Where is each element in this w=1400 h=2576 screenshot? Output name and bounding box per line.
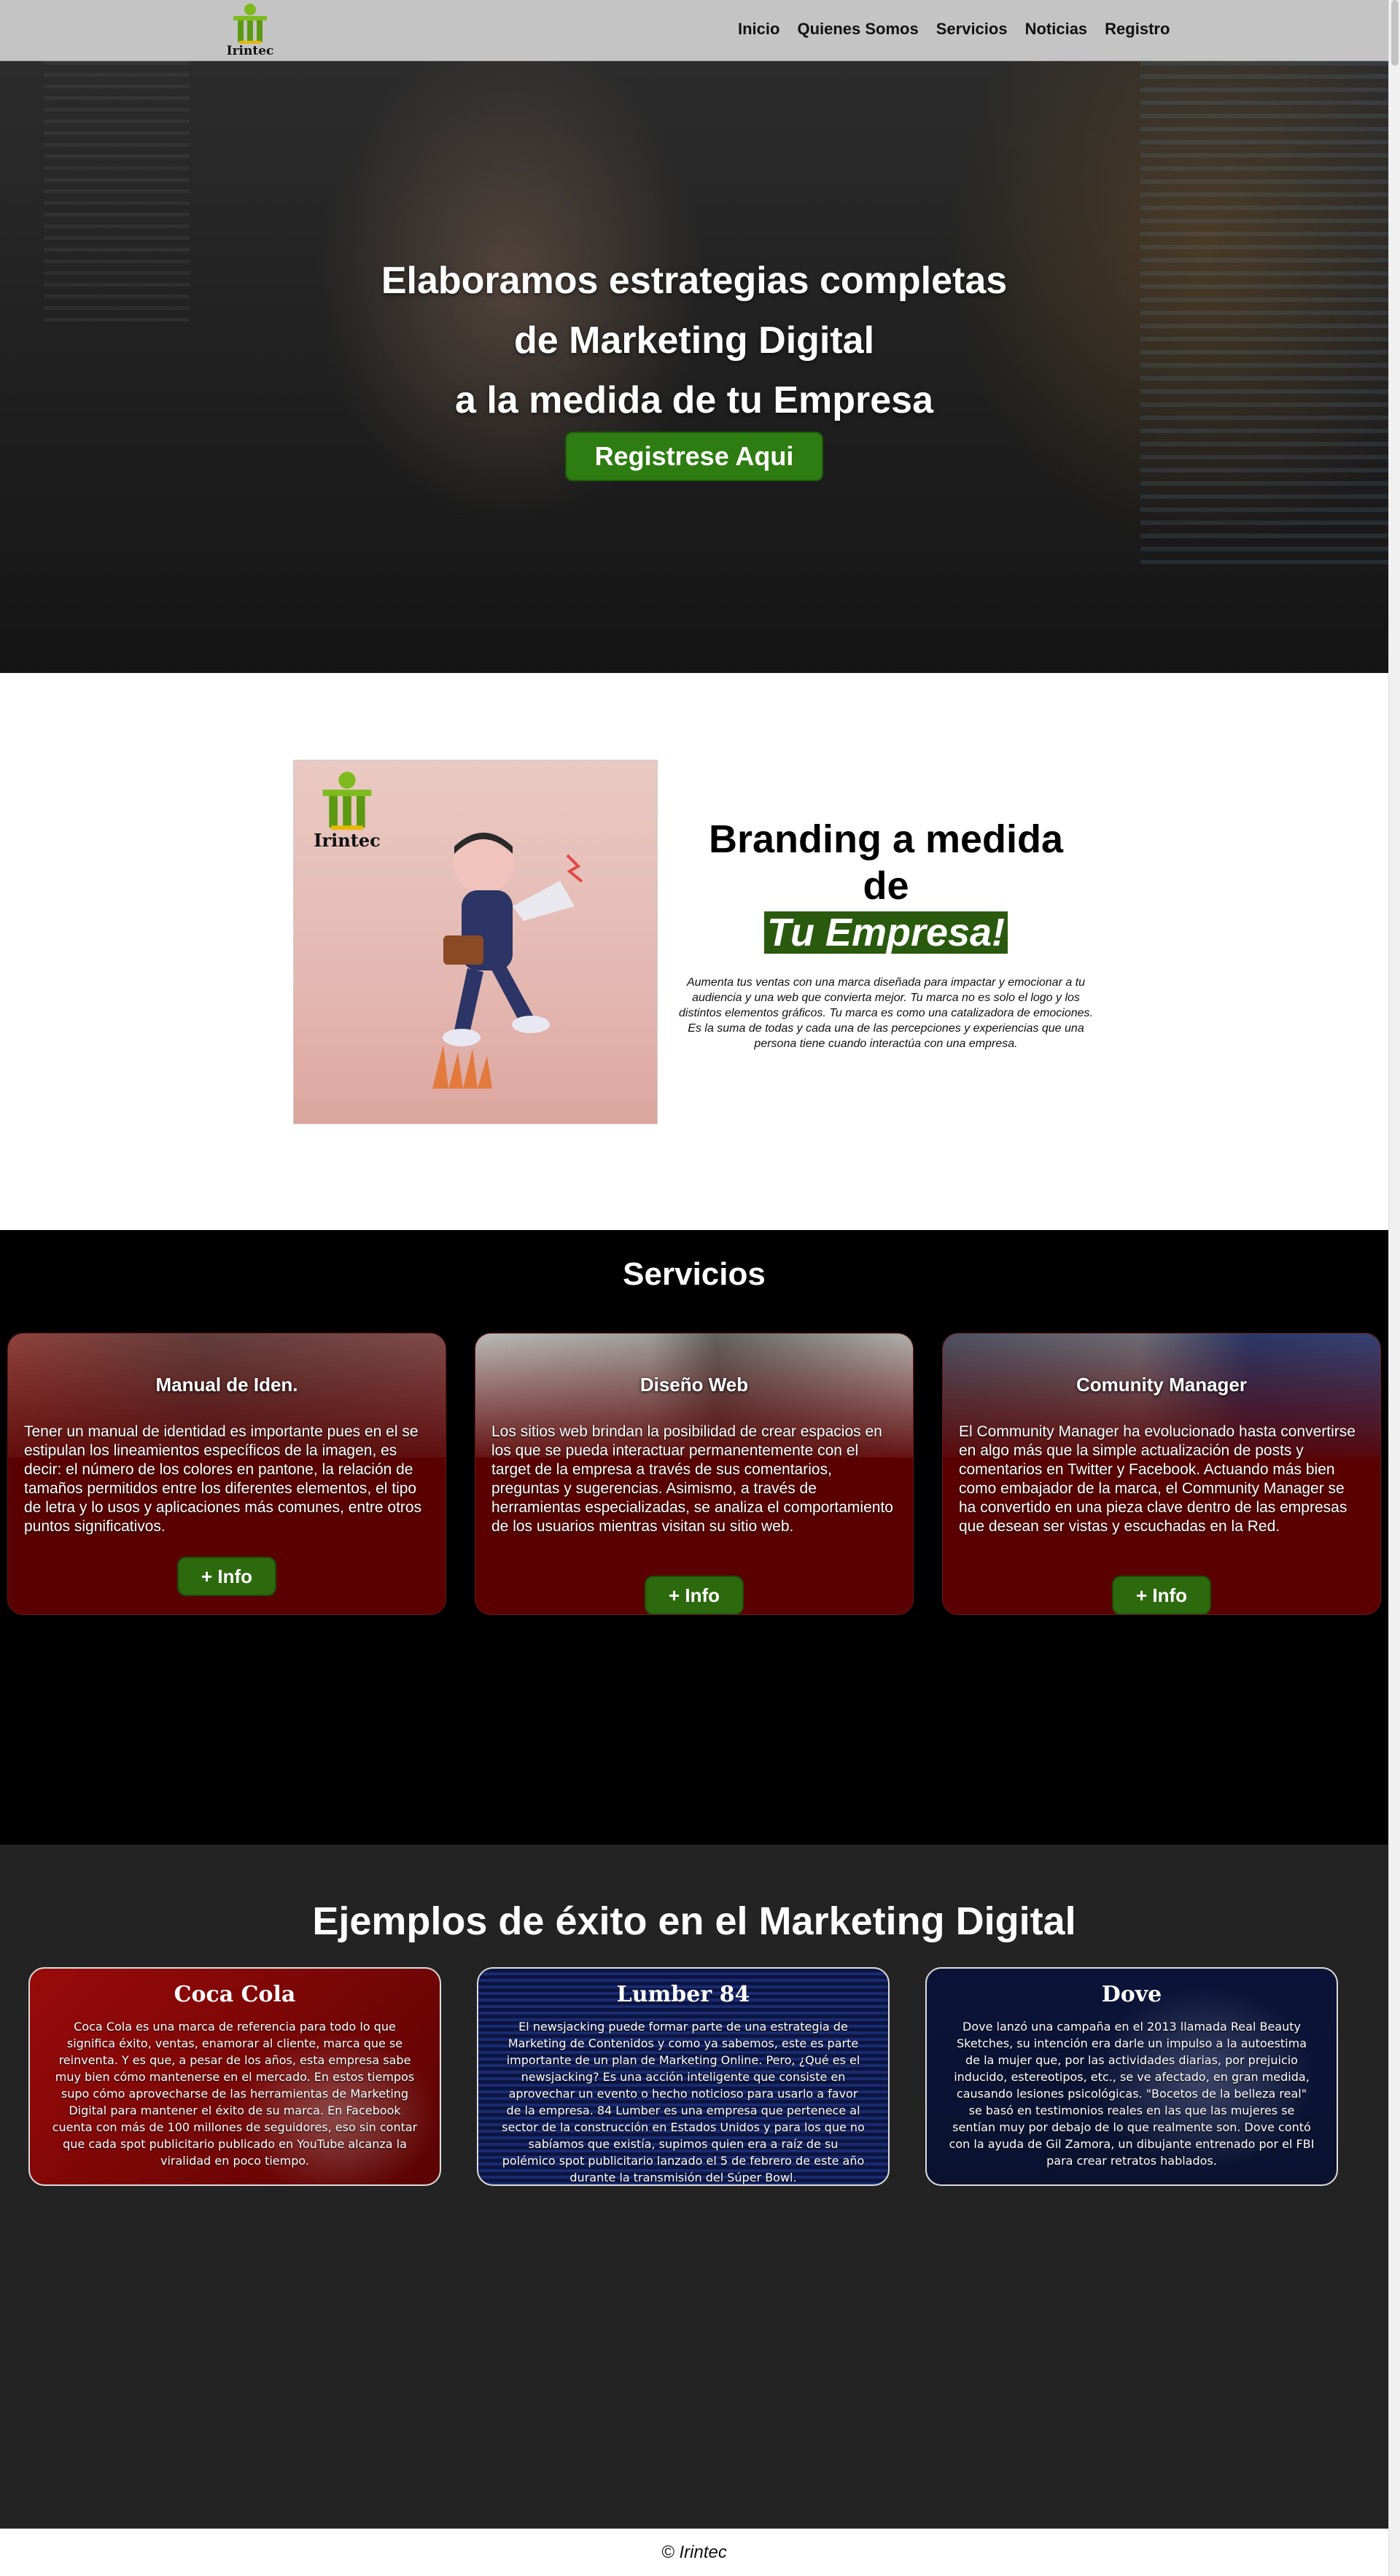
- example-card-text: Dove lanzó una campaña en el 2013 llamad…: [949, 2020, 1315, 2168]
- irintec-logo[interactable]: Irintec: [223, 3, 277, 58]
- service-card-title: Diseño Web: [639, 1374, 749, 1396]
- servicios-title: Servicios: [623, 1256, 766, 1292]
- branding-title: Branding a medida de Tu Empresa!: [656, 816, 1116, 956]
- example-card-coca-cola: Coca Cola Coca Cola es una marca de refe…: [28, 1967, 441, 2186]
- hero-title-line-2: de Marketing Digital: [513, 319, 875, 362]
- nav-registro[interactable]: Registro: [1096, 20, 1178, 39]
- footer: © Irintec: [0, 2529, 1388, 2576]
- branding-title-line-2: de: [863, 864, 909, 908]
- hero-section: Elaboramos estrategias completas de Mark…: [0, 61, 1388, 673]
- page-scrollbar[interactable]: [1388, 0, 1400, 2576]
- branding-section: Irintec Branding a medida de Tu Empresa!…: [0, 673, 1388, 1230]
- illustration-logo-text: Irintec: [314, 830, 381, 851]
- service-card-title: Comunity Manager: [1076, 1374, 1248, 1396]
- servicios-section: Servicios Manual de Iden. Tener un manua…: [0, 1230, 1388, 1845]
- nav-servicios[interactable]: Servicios: [928, 20, 1016, 39]
- logo-mark-icon: [322, 771, 372, 830]
- example-card-title: Lumber 84: [616, 1982, 750, 2007]
- example-card-text: El newsjacking puede formar parte de una…: [502, 2020, 865, 2184]
- nav-links: Inicio Quienes Somos Servicios Noticias …: [729, 20, 1178, 39]
- hero-title-line-3: a la medida de tu Empresa: [454, 379, 934, 421]
- branding-illustration: Irintec: [293, 760, 658, 1124]
- scrollbar-thumb[interactable]: [1391, 0, 1399, 66]
- hero-title-line-1: Elaboramos estrategias completas: [381, 260, 1008, 302]
- example-card-text: Coca Cola es una marca de referencia par…: [52, 2020, 418, 2168]
- navbar: Irintec Inicio Quienes Somos Servicios N…: [0, 0, 1388, 61]
- service-card-text: Tener un manual de identidad es importan…: [24, 1423, 422, 1535]
- example-card-dove: Dove Dove lanzó una campaña en el 2013 l…: [925, 1967, 1338, 2186]
- service-card-comunity-manager: Comunity Manager El Community Manager ha…: [942, 1333, 1381, 1615]
- more-info-button[interactable]: + Info: [645, 1576, 744, 1614]
- illustration-logo: Irintec: [307, 771, 387, 851]
- branding-description: Aumenta tus ventas con una marca diseñad…: [679, 976, 1093, 1050]
- nav-quienes-somos[interactable]: Quienes Somos: [788, 20, 927, 39]
- example-card-lumber-84: Lumber 84 El newsjacking puede formar pa…: [477, 1967, 890, 2186]
- branding-title-highlight: Tu Empresa!: [763, 911, 1008, 954]
- ejemplos-title: Ejemplos de éxito en el Marketing Digita…: [312, 1899, 1076, 1943]
- nav-inicio[interactable]: Inicio: [729, 20, 788, 39]
- service-card-text: El Community Manager ha evolucionado has…: [959, 1423, 1356, 1535]
- more-info-button[interactable]: + Info: [177, 1557, 276, 1596]
- logo-text: Irintec: [226, 44, 274, 58]
- register-button[interactable]: Registrese Aqui: [565, 432, 823, 481]
- nav-noticias[interactable]: Noticias: [1016, 20, 1097, 39]
- megaphone-character-icon: [432, 832, 583, 1089]
- service-card-manual-identidad: Manual de Iden. Tener un manual de ident…: [7, 1333, 446, 1615]
- service-card-title: Manual de Iden.: [155, 1374, 298, 1396]
- example-card-title: Dove: [1101, 1982, 1162, 2007]
- logo-mark-icon: [233, 4, 267, 44]
- more-info-button[interactable]: + Info: [1112, 1576, 1211, 1614]
- example-card-title: Coca Cola: [174, 1982, 296, 2007]
- ejemplos-section: Ejemplos de éxito en el Marketing Digita…: [0, 1845, 1388, 2529]
- service-card-diseno-web: Diseño Web Los sitios web brindan la pos…: [475, 1333, 914, 1615]
- hero-title: Elaboramos estrategias completas de Mark…: [0, 251, 1388, 430]
- service-card-text: Los sitios web brindan la posibilidad de…: [491, 1423, 893, 1535]
- branding-title-line-1: Branding a medida: [708, 817, 1064, 861]
